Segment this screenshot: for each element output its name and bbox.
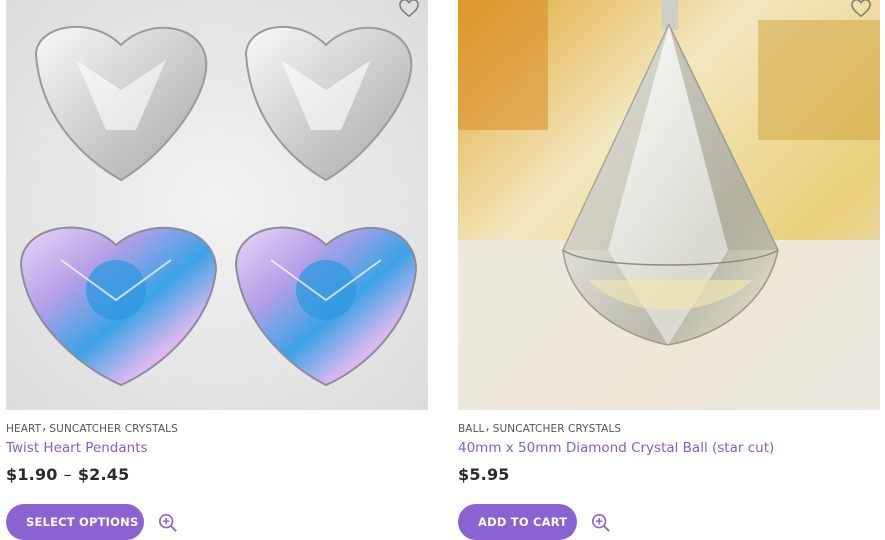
price-low: $1.90 [6,465,58,484]
product-categories: BALL, SUNCATCHER CRYSTALS [458,419,621,436]
product-categories: HEART, SUNCATCHER CRYSTALS [6,419,178,436]
product-grid: HEART, SUNCATCHER CRYSTALS Twist Heart Pe… [0,0,885,540]
zoom-in-icon[interactable] [591,513,611,533]
category-link-heart[interactable]: HEART [6,423,41,435]
product-image-link[interactable] [458,0,880,410]
product-image-hearts [6,0,428,410]
product-image-diamond [458,0,880,410]
product-card-diamond-ball: BALL, SUNCATCHER CRYSTALS 40mm x 50mm Dia… [458,0,880,540]
price-separator: – [63,465,72,484]
category-link-ball[interactable]: BALL [458,423,485,435]
product-price: $1.90– $2.45 [6,465,129,484]
category-link-suncatcher[interactable]: SUNCATCHER CRYSTALS [49,423,177,435]
product-title[interactable]: 40mm x 50mm Diamond Crystal Ball (star c… [458,440,774,456]
product-title[interactable]: Twist Heart Pendants [6,440,148,456]
category-separator: , [42,419,47,434]
category-link-suncatcher[interactable]: SUNCATCHER CRYSTALS [493,423,621,435]
select-options-button[interactable]: SELECT OPTIONS [6,504,144,540]
product-card-twist-heart: HEART, SUNCATCHER CRYSTALS Twist Heart Pe… [6,0,428,540]
add-to-cart-button[interactable]: ADD TO CART [458,504,577,540]
product-price: $5.95 [458,465,510,484]
category-separator: , [485,419,490,434]
heart-outline-icon[interactable] [398,0,420,18]
product-image-link[interactable] [6,0,428,410]
price-high: $2.45 [77,465,130,484]
zoom-in-icon[interactable] [158,513,178,533]
heart-outline-icon[interactable] [850,0,872,18]
